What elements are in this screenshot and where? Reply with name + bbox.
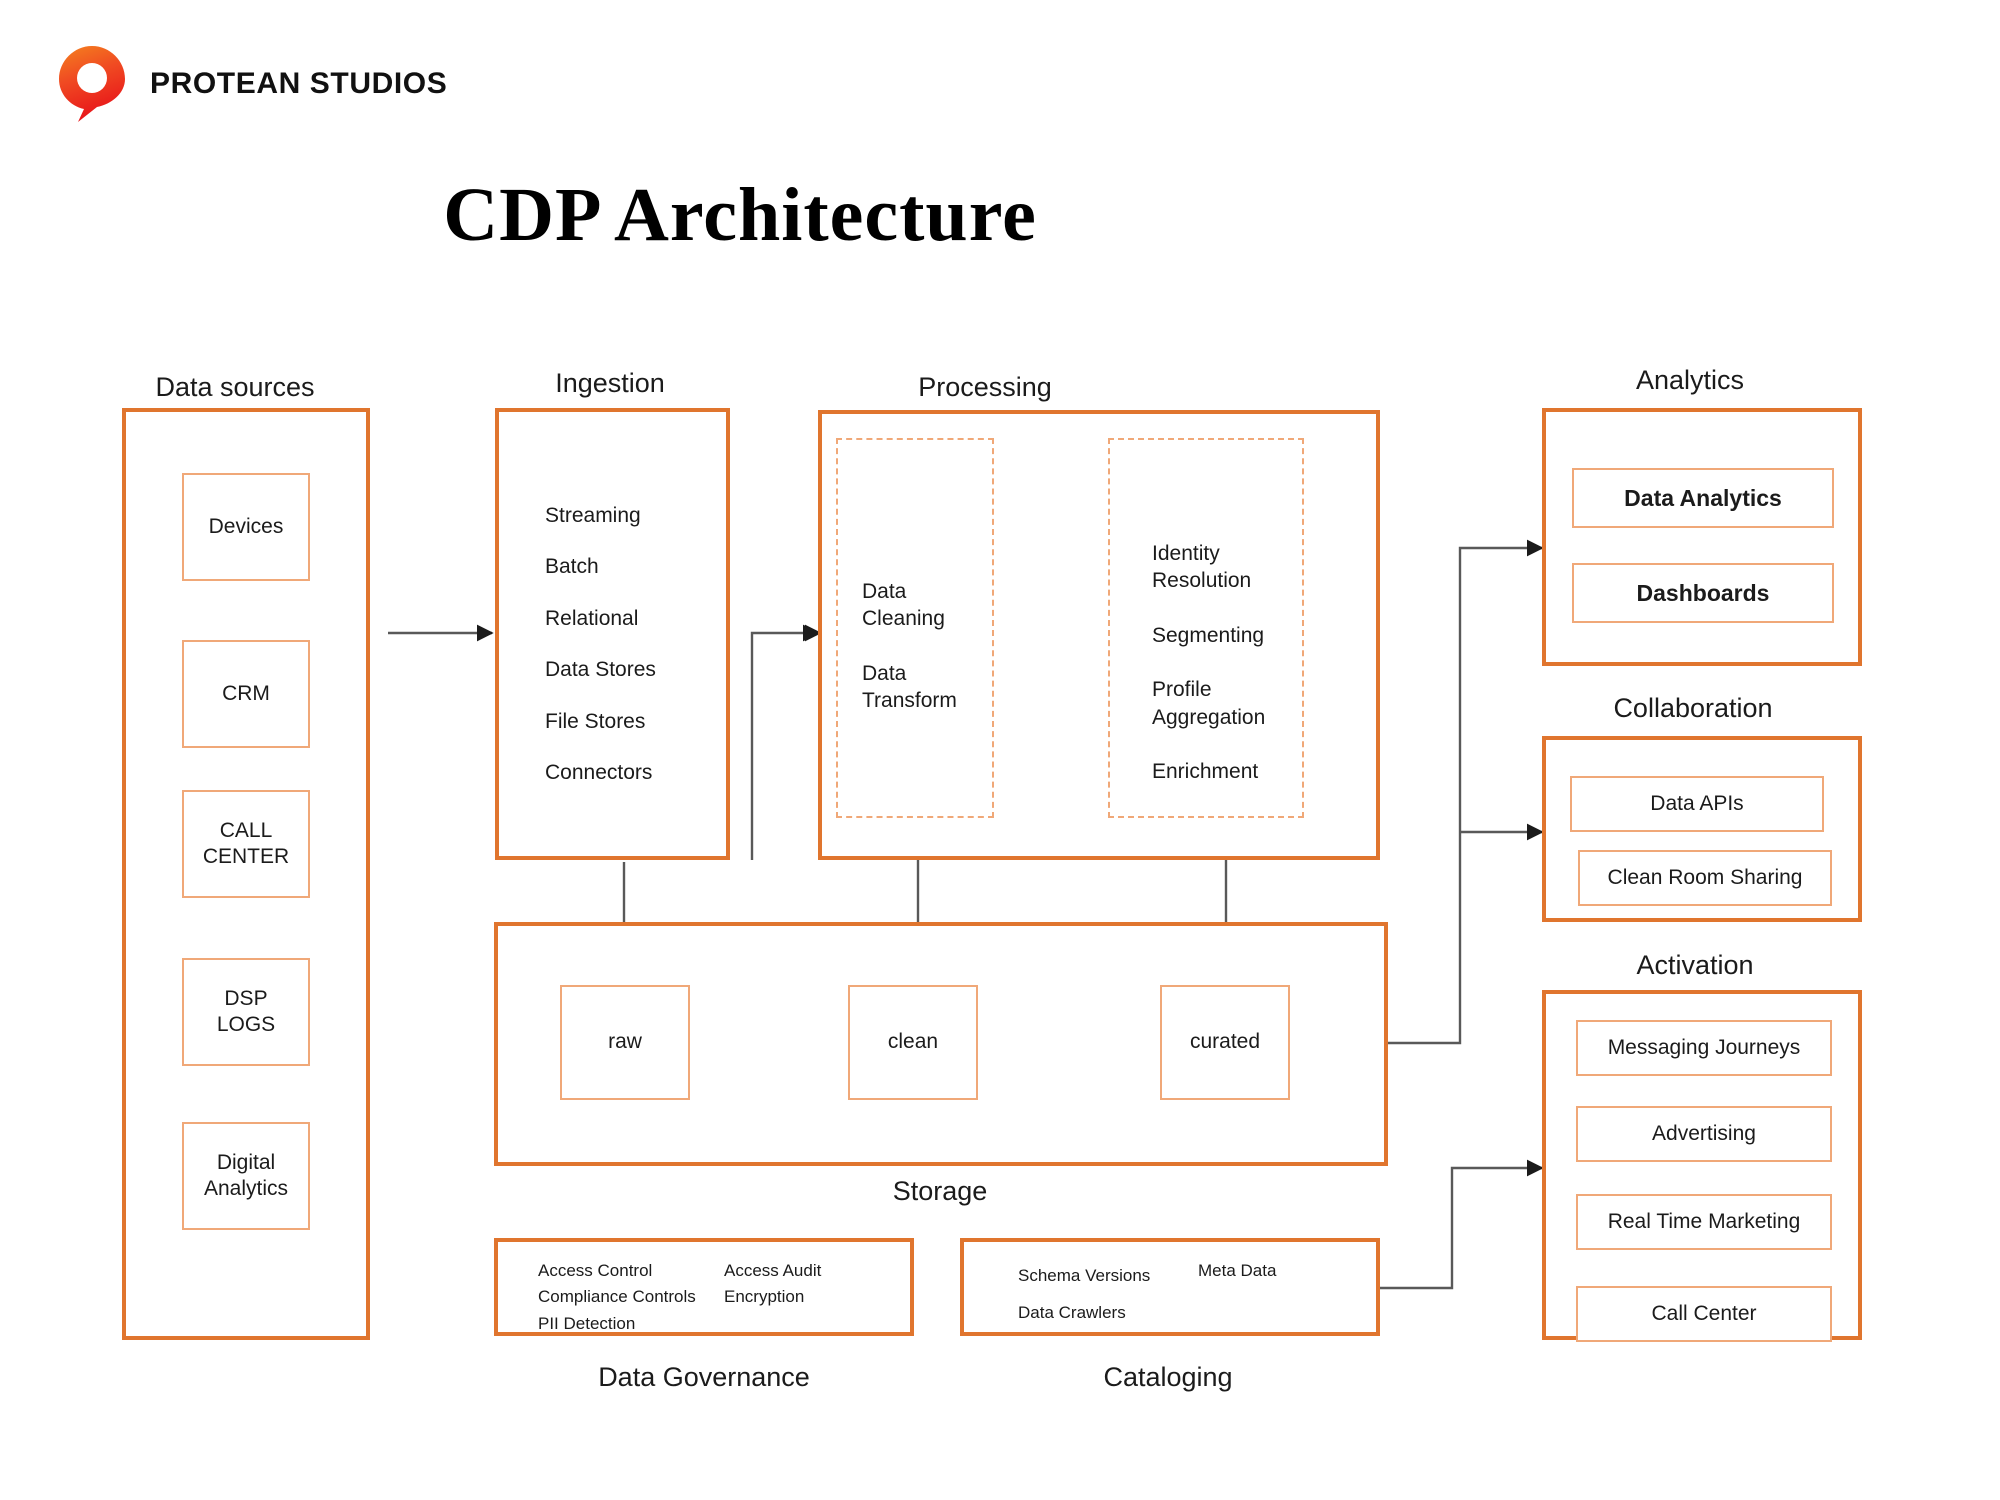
collaboration-clean-room-sharing[interactable]: Clean Room Sharing [1578,850,1832,906]
activation-call-center[interactable]: Call Center [1576,1286,1832,1342]
processing-cleaning-items: Data Cleaning Data Transform [862,580,957,713]
cataloging-items-left: Schema Versions Data Crawlers [1018,1266,1151,1322]
data-governance-items-left: Access Control Compliance Controls PII D… [538,1261,696,1333]
stage-label-storage: Storage [892,1176,988,1206]
protean-pin-logo-icon [56,44,128,124]
ingestion-items: Streaming Batch Relational Data Stores F… [545,504,656,785]
data-source-dsp-logs[interactable]: DSP LOGS [182,958,310,1066]
collaboration-data-apis[interactable]: Data APIs [1570,776,1824,832]
data-source-devices[interactable]: Devices [182,473,310,581]
stage-label-data-governance: Data Governance [598,1362,810,1392]
activation-real-time-marketing[interactable]: Real Time Marketing [1576,1194,1832,1250]
brand-name: PROTEAN STUDIOS [150,67,448,100]
data-source-call-center[interactable]: CALL CENTER [182,790,310,898]
stage-label-processing: Processing [918,372,1052,402]
processing-identity-items: Identity Resolution Segmenting Profile A… [1152,542,1266,784]
stage-label-cataloging: Cataloging [1103,1362,1233,1392]
analytics-dashboards[interactable]: Dashboards [1572,563,1834,623]
data-governance-items-right: Access Audit Encryption [724,1261,822,1307]
storage-zone-curated[interactable]: curated [1160,985,1290,1100]
brand-header: PROTEAN STUDIOS [56,44,447,124]
storage-zone-clean[interactable]: clean [848,985,978,1100]
stage-label-collaboration: Collaboration [1613,693,1773,723]
analytics-container [1542,408,1862,666]
activation-advertising[interactable]: Advertising [1576,1106,1832,1162]
stage-label-activation: Activation [1636,950,1754,980]
page-title: CDP Architecture [443,173,1037,257]
stage-label-analytics: Analytics [1635,365,1745,395]
activation-messaging-journeys[interactable]: Messaging Journeys [1576,1020,1832,1076]
cataloging-items-right: Meta Data [1198,1261,1277,1280]
data-source-digital-analytics[interactable]: Digital Analytics [182,1122,310,1230]
analytics-data-analytics[interactable]: Data Analytics [1572,468,1834,528]
stage-label-ingestion: Ingestion [555,368,665,398]
stage-label-data-sources: Data sources [155,372,315,402]
data-source-crm[interactable]: CRM [182,640,310,748]
storage-zone-raw[interactable]: raw [560,985,690,1100]
